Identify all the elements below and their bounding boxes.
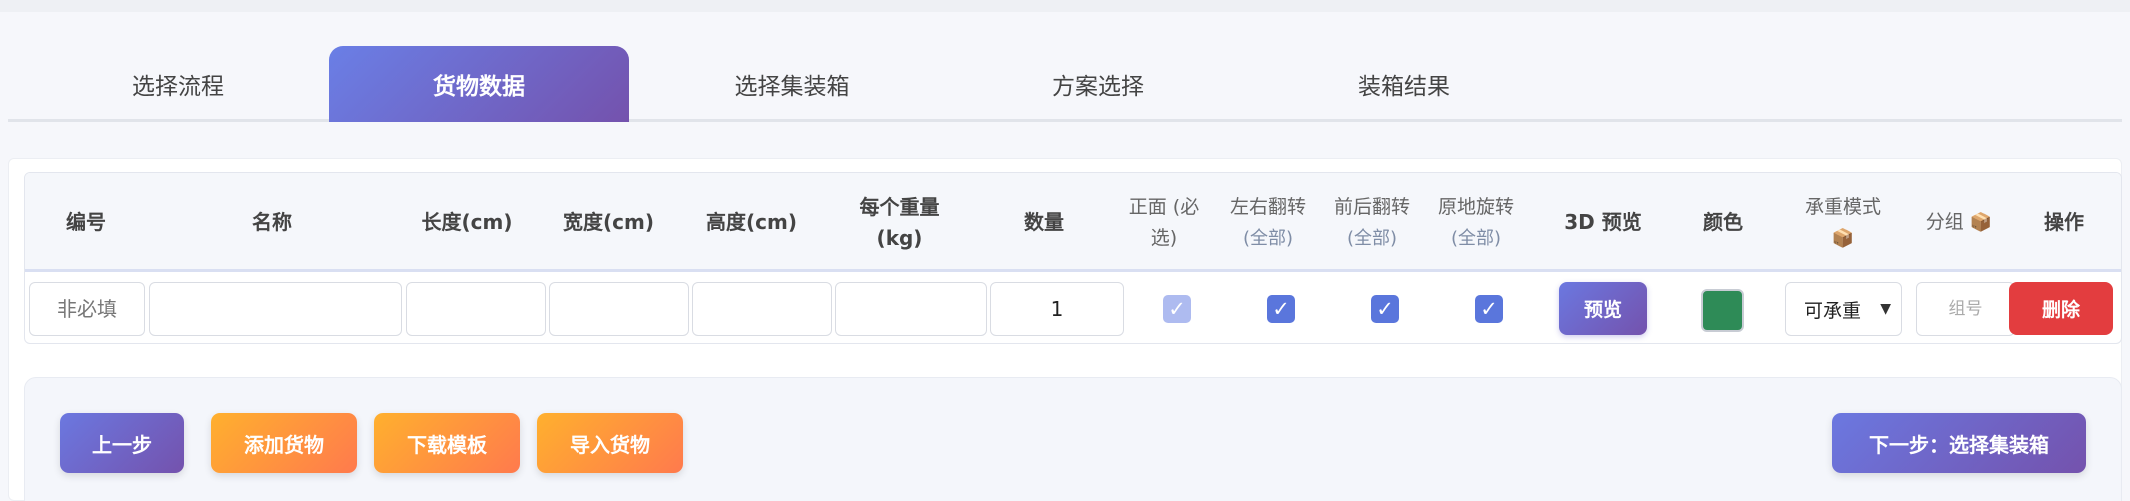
header-lr-flip: 左右翻转 (全部) xyxy=(1229,195,1306,249)
check-icon: ✓ xyxy=(1272,297,1290,321)
group-input[interactable]: 组号 xyxy=(1916,282,2015,336)
next-step-button[interactable]: 下一步：选择集装箱 xyxy=(1832,413,2086,473)
step-tabs: 选择流程 货物数据 选择集装箱 方案选择 装箱结果 xyxy=(8,46,2122,122)
height-input[interactable] xyxy=(692,282,832,336)
header-color: 颜色 xyxy=(1703,210,1743,234)
check-icon: ✓ xyxy=(1480,297,1498,321)
width-input[interactable] xyxy=(549,282,689,336)
add-cargo-button[interactable]: 添加货物 xyxy=(211,413,357,473)
weight-input[interactable] xyxy=(835,282,987,336)
fb-flip-checkbox[interactable]: ✓ xyxy=(1371,295,1399,323)
header-fb-flip: 前后翻转 (全部) xyxy=(1333,195,1410,249)
chevron-down-icon: ▼ xyxy=(1880,301,1891,317)
check-icon: ✓ xyxy=(1168,297,1186,321)
tab-packing-result[interactable]: 装箱结果 xyxy=(1304,46,1504,122)
header-front: 正面 (必 选) xyxy=(1128,195,1200,249)
header-rotate: 原地旋转 (全部) xyxy=(1437,195,1514,249)
tab-plan-select[interactable]: 方案选择 xyxy=(998,46,1198,122)
tab-select-container[interactable]: 选择集装箱 xyxy=(692,46,892,122)
header-name: 名称 xyxy=(252,210,292,234)
action-bar: 上一步 添加货物 下载模板 导入货物 下一步：选择集装箱 xyxy=(24,377,2122,501)
header-width: 宽度(cm) xyxy=(563,210,654,234)
rotate-checkbox[interactable]: ✓ xyxy=(1475,295,1503,323)
prev-step-button[interactable]: 上一步 xyxy=(60,413,184,473)
color-picker[interactable] xyxy=(1701,289,1744,332)
top-bar xyxy=(0,0,2130,12)
quantity-input[interactable]: 1 xyxy=(990,282,1124,336)
check-icon: ✓ xyxy=(1376,297,1394,321)
package-icon: 📦 xyxy=(1969,212,1993,233)
header-group: 分组 📦 xyxy=(1913,173,2005,272)
header-3d-preview: 3D 预览 xyxy=(1564,210,1642,234)
front-checkbox: ✓ xyxy=(1163,295,1191,323)
import-cargo-button[interactable]: 导入货物 xyxy=(537,413,683,473)
header-id: 编号 xyxy=(66,210,106,234)
table-row: 非必填 1 ✓ ✓ ✓ ✓ 预览 可承重 ▼ 组号 删除 xyxy=(25,275,2121,343)
cargo-panel: 编号 名称 长度(cm) 宽度(cm) 高度(cm) 每个重量 (kg) 数量 … xyxy=(8,158,2122,501)
tab-select-process[interactable]: 选择流程 xyxy=(78,46,278,122)
header-height: 高度(cm) xyxy=(706,210,797,234)
load-mode-select[interactable]: 可承重 ▼ xyxy=(1785,282,1902,336)
delete-button[interactable]: 删除 xyxy=(2009,282,2113,335)
id-input[interactable]: 非必填 xyxy=(29,282,145,336)
package-icon: 📦 xyxy=(1831,227,1855,249)
preview-button[interactable]: 预览 xyxy=(1559,282,1647,335)
header-load-mode: 承重模式 📦 xyxy=(1773,173,1913,272)
cargo-table: 编号 名称 长度(cm) 宽度(cm) 高度(cm) 每个重量 (kg) 数量 … xyxy=(24,172,2122,344)
name-input[interactable] xyxy=(149,282,402,336)
header-weight: 每个重量 (kg) xyxy=(859,194,940,250)
lr-flip-checkbox[interactable]: ✓ xyxy=(1267,295,1295,323)
header-qty: 数量 xyxy=(1024,210,1064,234)
header-length: 长度(cm) xyxy=(421,210,513,234)
length-input[interactable] xyxy=(406,282,546,336)
tab-cargo-data[interactable]: 货物数据 xyxy=(329,46,629,122)
download-template-button[interactable]: 下载模板 xyxy=(374,413,520,473)
table-header: 编号 名称 长度(cm) 宽度(cm) 高度(cm) 每个重量 (kg) 数量 … xyxy=(25,173,2121,272)
header-ops: 操作 xyxy=(2044,210,2084,234)
